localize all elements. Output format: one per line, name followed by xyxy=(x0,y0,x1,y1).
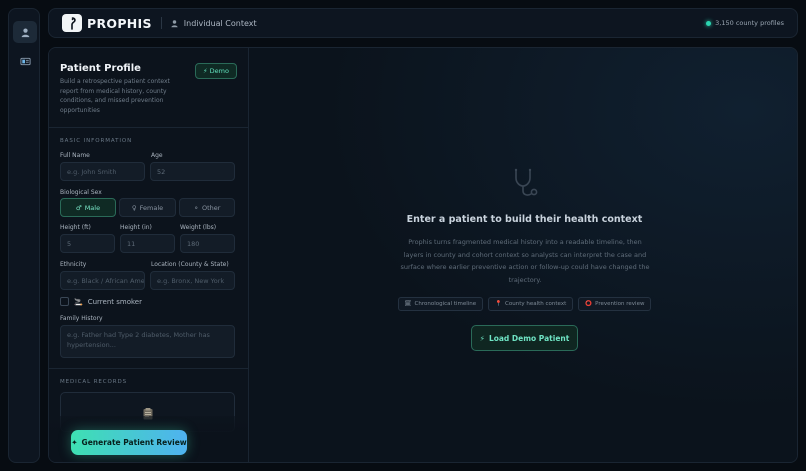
calendar-icon: 🗓 xyxy=(404,301,412,307)
empty-state-headline: Enter a patient to build their health co… xyxy=(406,214,643,225)
id-card-icon xyxy=(19,57,31,65)
location-input[interactable]: e.g. Bronx, New York xyxy=(150,271,235,290)
bolt-icon: ⚡ xyxy=(203,67,208,75)
prophis-logo xyxy=(62,14,82,32)
top-bar: PROPHIS Individual Context 3,150 county … xyxy=(48,8,798,38)
basic-info-heading: BASIC INFORMATION xyxy=(60,138,133,144)
sex-option-male-label: Male xyxy=(84,203,101,212)
ethnicity-label: Ethnicity xyxy=(60,261,87,268)
height-in-input[interactable]: 11 xyxy=(120,234,175,253)
female-icon: ♀ xyxy=(131,203,137,212)
chip-label: Prevention review xyxy=(595,301,645,307)
profiles-status: 3,150 county profiles xyxy=(706,19,784,27)
brand-name: PROPHIS xyxy=(87,15,152,31)
ethnicity-input[interactable]: e.g. Black / African American xyxy=(60,271,145,290)
profiles-count: 3,150 county profiles xyxy=(715,19,784,27)
rail-individual-button[interactable] xyxy=(13,21,37,43)
status-dot-icon xyxy=(706,20,712,26)
sex-option-other-label: Other xyxy=(201,203,221,212)
empty-state-description: Prophis turns fragmented medical history… xyxy=(400,238,650,284)
load-demo-patient-label: Load Demo Patient xyxy=(488,333,570,343)
smoker-checkbox[interactable]: 🚬 Current smoker xyxy=(60,297,142,306)
sex-option-male[interactable]: ♂ Male xyxy=(60,198,116,217)
checkbox-box[interactable] xyxy=(60,297,69,306)
location-label: Location (County & State) xyxy=(151,261,229,268)
rail-cohort-button[interactable] xyxy=(13,50,37,72)
pin-icon: 📍 xyxy=(495,301,503,307)
load-demo-patient-button[interactable]: ⚡ Load Demo Patient xyxy=(471,325,578,351)
generate-review-label: Generate Patient Review xyxy=(81,438,187,447)
sparkle-icon: ✦ xyxy=(71,438,78,447)
generate-review-button[interactable]: ✦ Generate Patient Review xyxy=(71,430,187,455)
full-name-input[interactable]: e.g. John Smith xyxy=(60,162,145,181)
family-history-label: Family History xyxy=(60,315,103,322)
chip-prevention-review: ⭕ Prevention review xyxy=(578,297,652,311)
chip-county-health-context: 📍 County health context xyxy=(488,297,574,311)
patient-form-panel: Patient Profile Build a retrospective pa… xyxy=(49,48,249,462)
results-panel: Enter a patient to build their health co… xyxy=(250,48,797,462)
form-footer: ✦ Generate Patient Review xyxy=(49,416,248,462)
weight-label: Weight (lbs) xyxy=(180,224,217,231)
user-icon xyxy=(21,28,29,37)
form-title: Patient Profile xyxy=(60,63,141,74)
header-divider xyxy=(160,17,162,29)
sex-option-female[interactable]: ♀ Female xyxy=(119,198,176,217)
smoker-label: Current smoker xyxy=(87,297,142,306)
target-icon: ⭕ xyxy=(585,301,593,307)
form-description: Build a retrospective patient context re… xyxy=(60,78,170,114)
medical-records-heading: MEDICAL RECORDS xyxy=(60,379,128,385)
bolt-icon: ⚡ xyxy=(479,333,485,343)
user-icon xyxy=(171,19,178,27)
age-input[interactable]: 52 xyxy=(150,162,235,181)
height-in-label: Height (in) xyxy=(120,224,152,231)
logo-mark-icon xyxy=(71,16,76,30)
height-ft-input[interactable]: 5 xyxy=(60,234,115,253)
feature-chips: 🗓 Chronological timeline 📍 County health… xyxy=(250,297,797,311)
height-ft-label: Height (ft) xyxy=(60,224,91,231)
full-name-label: Full Name xyxy=(60,152,90,159)
section-divider xyxy=(49,127,248,128)
sex-option-other[interactable]: ⚬ Other xyxy=(179,198,235,217)
chip-chronological-timeline: 🗓 Chronological timeline xyxy=(397,297,484,311)
main-panel: Patient Profile Build a retrospective pa… xyxy=(48,47,798,463)
sex-label: Biological Sex xyxy=(60,189,102,196)
sex-option-female-label: Female xyxy=(139,203,164,212)
male-icon: ♂ xyxy=(75,203,82,212)
section-divider xyxy=(49,368,248,369)
icon-rail xyxy=(8,8,40,463)
demo-button-label: Demo xyxy=(209,67,229,75)
family-history-textarea[interactable]: e.g. Father had Type 2 diabetes, Mother … xyxy=(60,325,235,358)
context-label: Individual Context xyxy=(170,19,257,28)
chip-label: County health context xyxy=(505,301,567,307)
chip-label: Chronological timeline xyxy=(414,301,477,307)
cigarette-icon: 🚬 xyxy=(74,297,83,306)
weight-input[interactable]: 180 xyxy=(180,234,235,253)
other-icon: ⚬ xyxy=(193,203,199,212)
stethoscope-icon xyxy=(514,168,538,196)
age-label: Age xyxy=(151,152,163,159)
demo-button[interactable]: ⚡ Demo xyxy=(195,63,237,79)
context-label-text: Individual Context xyxy=(183,18,257,28)
